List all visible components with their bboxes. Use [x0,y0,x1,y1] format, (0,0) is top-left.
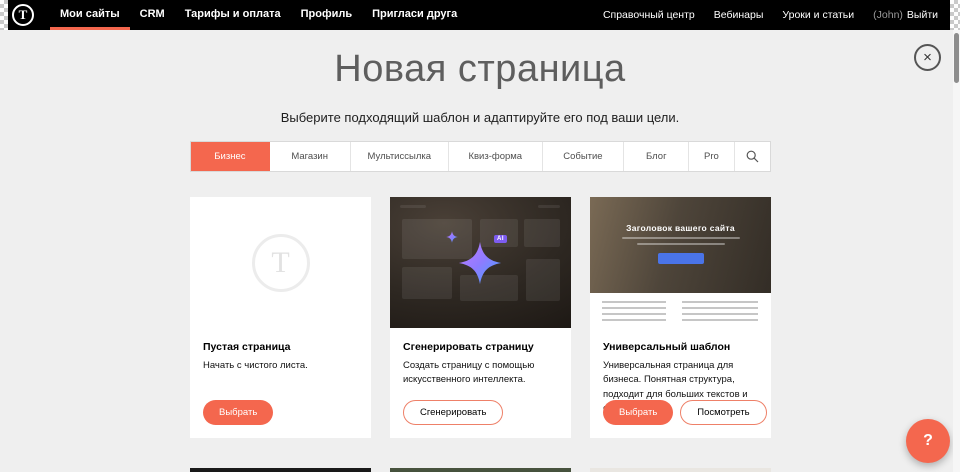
ai-sparkle-icon [458,241,502,285]
preview-placeholder [526,259,560,301]
nav-invite-friend[interactable]: Пригласи друга [362,0,467,30]
nav-webinars[interactable]: Вебинары [714,9,764,21]
preview-hero: Заголовок вашего сайта [590,197,771,293]
tab-blog[interactable]: Блог [624,142,689,171]
blank-preview-wrap: T [190,197,371,328]
card-title: Пустая страница [203,341,358,353]
tab-quiz-form[interactable]: Квиз-форма [449,142,543,171]
scrollbar[interactable] [953,30,960,472]
preview-text-line [637,243,725,245]
blank-template-preview: T [190,197,371,328]
top-navigation-bar: T Мои сайты CRM Тарифы и оплата Профиль … [0,0,960,30]
tab-multilink[interactable]: Мультиссылка [351,142,449,171]
tab-business[interactable]: Бизнес [191,142,270,171]
preview-placeholder [402,267,452,299]
choose-universal-button[interactable]: Выбрать [603,400,673,425]
card-body: Сгенерировать страницу Создать страницу … [390,328,571,388]
template-card-partial[interactable] [390,468,571,472]
card-body: Пустая страница Начать с чистого листа. [190,328,371,373]
nav-plans-payment[interactable]: Тарифы и оплата [175,0,291,30]
preview-hero-title: Заголовок вашего сайта [590,197,771,233]
template-category-tabs: Бизнес Магазин Мультиссылка Квиз-форма С… [190,141,771,172]
choose-blank-button[interactable]: Выбрать [203,400,273,425]
card-title: Универсальный шаблон [603,341,758,353]
secondary-nav: Справочный центр Вебинары Уроки и статьи… [603,9,938,21]
page-title: Новая страница [0,48,960,91]
nav-my-sites[interactable]: Мои сайты [50,0,130,30]
preview-text-column [602,301,666,323]
transparency-checker-right [950,0,960,30]
page-subtitle: Выберите подходящий шаблон и адаптируйте… [0,110,960,125]
preview-cta-button [658,253,704,264]
user-name: (John) [873,9,903,21]
new-page-dialog: T Мои сайты CRM Тарифы и оплата Профиль … [0,0,960,472]
scrollbar-thumb[interactable] [954,33,959,83]
template-card-blank: T Пустая страница Начать с чистого листа… [190,197,371,438]
template-card-ai-generate: AI Сгенерировать страницу Создать страни… [390,197,571,438]
card-description: Создать страницу с помощью искусственног… [403,359,558,388]
ai-sparkle-small-icon [446,231,458,243]
preview-text-section [590,293,771,328]
card-description: Начать с чистого листа. [203,359,358,373]
preview-placeholder [524,219,560,247]
tilda-logo-watermark: T [252,234,310,292]
ai-badge: AI [494,235,507,243]
preview-placeholder [538,205,560,208]
logout-label: Выйти [907,9,938,21]
preview-text-line [622,237,740,239]
card-actions: Выбрать [203,400,273,425]
template-card-partial[interactable] [590,468,771,472]
tab-event[interactable]: Событие [543,142,625,171]
preview-text-column [682,301,758,323]
nav-lessons-articles[interactable]: Уроки и статьи [782,9,854,21]
tab-store[interactable]: Магазин [270,142,351,171]
template-card-universal: Заголовок вашего сайта Универсальный шаб… [590,197,771,438]
template-search-button[interactable] [735,142,770,171]
template-cards-grid: T Пустая страница Начать с чистого листа… [190,197,771,438]
universal-template-preview: Заголовок вашего сайта [590,197,771,328]
ai-template-preview: AI [390,197,571,328]
transparency-checker-left [0,0,8,30]
search-icon [746,150,759,163]
template-card-partial[interactable] [190,468,371,472]
view-universal-button[interactable]: Посмотреть [680,400,766,425]
logout-control[interactable]: (John) Выйти [873,9,938,21]
generate-button[interactable]: Сгенерировать [403,400,503,425]
main-nav: Мои сайты CRM Тарифы и оплата Профиль Пр… [50,0,467,30]
help-button[interactable]: ? [906,419,950,463]
nav-crm[interactable]: CRM [130,0,175,30]
preview-placeholder [400,205,426,208]
card-actions: Сгенерировать [403,400,503,425]
card-actions: Выбрать Посмотреть [603,400,767,425]
nav-help-center[interactable]: Справочный центр [603,9,695,21]
next-template-row [190,468,771,472]
tab-pro[interactable]: Pro [689,142,734,171]
tilda-logo[interactable]: T [12,4,34,26]
close-button[interactable]: × [914,44,941,71]
nav-profile[interactable]: Профиль [291,0,362,30]
card-title: Сгенерировать страницу [403,341,558,353]
